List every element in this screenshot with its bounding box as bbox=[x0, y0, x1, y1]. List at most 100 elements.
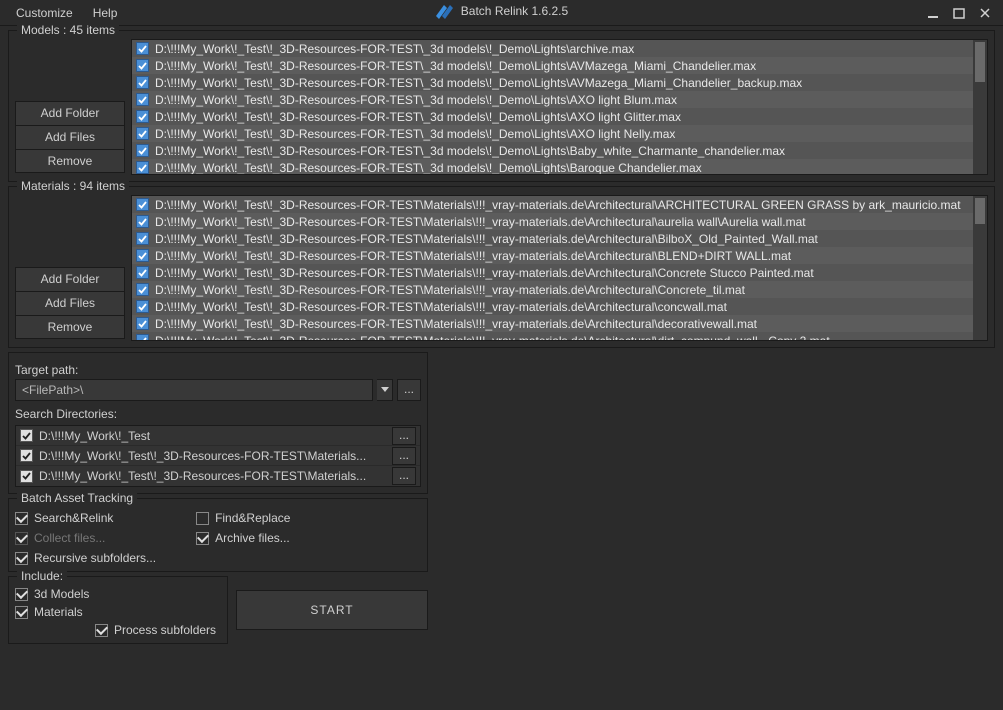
model-item-row[interactable]: D:\!!!My_Work\!_Test\!_3D-Resources-FOR-… bbox=[132, 159, 973, 174]
material-item-checkbox[interactable] bbox=[136, 300, 149, 313]
model-item-checkbox[interactable] bbox=[136, 93, 149, 106]
search-dir-browse-button[interactable]: ... bbox=[392, 467, 416, 485]
batch-tracking-heading: Batch Asset Tracking bbox=[17, 491, 137, 505]
model-item-row[interactable]: D:\!!!My_Work\!_Test\!_3D-Resources-FOR-… bbox=[132, 40, 973, 57]
model-item-checkbox[interactable] bbox=[136, 127, 149, 140]
material-item-checkbox[interactable] bbox=[136, 249, 149, 262]
material-item-row[interactable]: D:\!!!My_Work\!_Test\!_3D-Resources-FOR-… bbox=[132, 298, 973, 315]
batch-tracking-group: Batch Asset Tracking Search&Relink Colle… bbox=[8, 498, 428, 572]
title-bar: Customize Help Batch Relink 1.6.2.5 bbox=[0, 0, 1003, 26]
find-replace-checkbox[interactable]: Find&Replace bbox=[196, 511, 290, 525]
target-group: Target path: <FilePath>\ ... Search Dire… bbox=[8, 352, 428, 494]
collect-files-checkbox[interactable]: Collect files... bbox=[15, 531, 156, 545]
materials-remove-button[interactable]: Remove bbox=[15, 315, 125, 339]
archive-files-checkbox[interactable]: Archive files... bbox=[196, 531, 290, 545]
materials-scrollbar[interactable] bbox=[973, 196, 987, 340]
include-group: Include: 3d Models Materials Process sub… bbox=[8, 576, 228, 644]
model-item-checkbox[interactable] bbox=[136, 144, 149, 157]
material-item-path: D:\!!!My_Work\!_Test\!_3D-Resources-FOR-… bbox=[155, 334, 830, 341]
material-item-checkbox[interactable] bbox=[136, 198, 149, 211]
include-heading: Include: bbox=[17, 569, 67, 583]
search-directories-label: Search Directories: bbox=[15, 407, 421, 421]
model-item-row[interactable]: D:\!!!My_Work\!_Test\!_3D-Resources-FOR-… bbox=[132, 142, 973, 159]
models-remove-button[interactable]: Remove bbox=[15, 149, 125, 173]
search-dir-row[interactable]: D:\!!!My_Work\!_Test... bbox=[16, 426, 420, 446]
search-dir-checkbox[interactable] bbox=[20, 449, 33, 462]
menu-customize[interactable]: Customize bbox=[6, 2, 83, 24]
model-item-path: D:\!!!My_Work\!_Test\!_3D-Resources-FOR-… bbox=[155, 127, 675, 141]
search-dir-browse-button[interactable]: ... bbox=[392, 447, 416, 465]
material-item-checkbox[interactable] bbox=[136, 334, 149, 340]
material-item-row[interactable]: D:\!!!My_Work\!_Test\!_3D-Resources-FOR-… bbox=[132, 264, 973, 281]
model-item-path: D:\!!!My_Work\!_Test\!_3D-Resources-FOR-… bbox=[155, 161, 702, 175]
model-item-checkbox[interactable] bbox=[136, 110, 149, 123]
material-item-path: D:\!!!My_Work\!_Test\!_3D-Resources-FOR-… bbox=[155, 266, 814, 280]
model-item-row[interactable]: D:\!!!My_Work\!_Test\!_3D-Resources-FOR-… bbox=[132, 108, 973, 125]
model-item-checkbox[interactable] bbox=[136, 59, 149, 72]
models-list[interactable]: D:\!!!My_Work\!_Test\!_3D-Resources-FOR-… bbox=[131, 39, 988, 175]
material-item-row[interactable]: D:\!!!My_Work\!_Test\!_3D-Resources-FOR-… bbox=[132, 315, 973, 332]
search-dir-path: D:\!!!My_Work\!_Test\!_3D-Resources-FOR-… bbox=[39, 469, 386, 483]
material-item-path: D:\!!!My_Work\!_Test\!_3D-Resources-FOR-… bbox=[155, 300, 727, 314]
include-materials-checkbox[interactable]: Materials bbox=[15, 605, 221, 619]
materials-list[interactable]: D:\!!!My_Work\!_Test\!_3D-Resources-FOR-… bbox=[131, 195, 988, 341]
material-item-path: D:\!!!My_Work\!_Test\!_3D-Resources-FOR-… bbox=[155, 317, 757, 331]
menu-help[interactable]: Help bbox=[83, 2, 128, 24]
search-dir-path: D:\!!!My_Work\!_Test\!_3D-Resources-FOR-… bbox=[39, 449, 386, 463]
target-path-label: Target path: bbox=[15, 363, 421, 377]
app-logo-icon bbox=[435, 3, 453, 19]
materials-add-files-button[interactable]: Add Files bbox=[15, 291, 125, 315]
include-models-checkbox[interactable]: 3d Models bbox=[15, 587, 221, 601]
material-item-checkbox[interactable] bbox=[136, 283, 149, 296]
target-path-browse-button[interactable]: ... bbox=[397, 379, 421, 401]
model-item-path: D:\!!!My_Work\!_Test\!_3D-Resources-FOR-… bbox=[155, 110, 681, 124]
models-add-folder-button[interactable]: Add Folder bbox=[15, 101, 125, 125]
models-group: Models : 45 items Add Folder Add Files R… bbox=[8, 30, 995, 182]
model-item-path: D:\!!!My_Work\!_Test\!_3D-Resources-FOR-… bbox=[155, 76, 802, 90]
material-item-checkbox[interactable] bbox=[136, 215, 149, 228]
model-item-checkbox[interactable] bbox=[136, 76, 149, 89]
search-dir-checkbox[interactable] bbox=[20, 429, 33, 442]
search-dir-path: D:\!!!My_Work\!_Test bbox=[39, 429, 386, 443]
model-item-checkbox[interactable] bbox=[136, 42, 149, 55]
process-subfolders-checkbox[interactable]: Process subfolders bbox=[95, 623, 221, 637]
close-button[interactable] bbox=[977, 5, 993, 21]
material-item-row[interactable]: D:\!!!My_Work\!_Test\!_3D-Resources-FOR-… bbox=[132, 196, 973, 213]
model-item-row[interactable]: D:\!!!My_Work\!_Test\!_3D-Resources-FOR-… bbox=[132, 74, 973, 91]
model-item-row[interactable]: D:\!!!My_Work\!_Test\!_3D-Resources-FOR-… bbox=[132, 91, 973, 108]
search-dir-row[interactable]: D:\!!!My_Work\!_Test\!_3D-Resources-FOR-… bbox=[16, 466, 420, 486]
models-scrollbar[interactable] bbox=[973, 40, 987, 174]
search-dir-row[interactable]: D:\!!!My_Work\!_Test\!_3D-Resources-FOR-… bbox=[16, 446, 420, 466]
materials-add-folder-button[interactable]: Add Folder bbox=[15, 267, 125, 291]
material-item-path: D:\!!!My_Work\!_Test\!_3D-Resources-FOR-… bbox=[155, 232, 818, 246]
material-item-row[interactable]: D:\!!!My_Work\!_Test\!_3D-Resources-FOR-… bbox=[132, 230, 973, 247]
recursive-subfolders-checkbox[interactable]: Recursive subfolders... bbox=[15, 551, 156, 565]
materials-heading: Materials : 94 items bbox=[17, 179, 129, 193]
maximize-button[interactable] bbox=[951, 5, 967, 21]
material-item-row[interactable]: D:\!!!My_Work\!_Test\!_3D-Resources-FOR-… bbox=[132, 332, 973, 340]
material-item-path: D:\!!!My_Work\!_Test\!_3D-Resources-FOR-… bbox=[155, 215, 806, 229]
model-item-row[interactable]: D:\!!!My_Work\!_Test\!_3D-Resources-FOR-… bbox=[132, 125, 973, 142]
models-add-files-button[interactable]: Add Files bbox=[15, 125, 125, 149]
material-item-row[interactable]: D:\!!!My_Work\!_Test\!_3D-Resources-FOR-… bbox=[132, 247, 973, 264]
search-relink-checkbox[interactable]: Search&Relink bbox=[15, 511, 156, 525]
material-item-checkbox[interactable] bbox=[136, 232, 149, 245]
model-item-path: D:\!!!My_Work\!_Test\!_3D-Resources-FOR-… bbox=[155, 59, 756, 73]
search-dir-browse-button[interactable]: ... bbox=[392, 427, 416, 445]
model-item-row[interactable]: D:\!!!My_Work\!_Test\!_3D-Resources-FOR-… bbox=[132, 57, 973, 74]
model-item-path: D:\!!!My_Work\!_Test\!_3D-Resources-FOR-… bbox=[155, 144, 785, 158]
material-item-checkbox[interactable] bbox=[136, 317, 149, 330]
materials-group: Materials : 94 items Add Folder Add File… bbox=[8, 186, 995, 348]
material-item-row[interactable]: D:\!!!My_Work\!_Test\!_3D-Resources-FOR-… bbox=[132, 213, 973, 230]
search-directories-list: D:\!!!My_Work\!_Test...D:\!!!My_Work\!_T… bbox=[15, 425, 421, 487]
search-dir-checkbox[interactable] bbox=[20, 470, 33, 483]
start-button[interactable]: START bbox=[236, 590, 428, 630]
minimize-button[interactable] bbox=[925, 5, 941, 21]
target-path-input[interactable]: <FilePath>\ bbox=[15, 379, 373, 401]
material-item-checkbox[interactable] bbox=[136, 266, 149, 279]
window-title: Batch Relink 1.6.2.5 bbox=[461, 4, 568, 18]
material-item-path: D:\!!!My_Work\!_Test\!_3D-Resources-FOR-… bbox=[155, 283, 745, 297]
material-item-row[interactable]: D:\!!!My_Work\!_Test\!_3D-Resources-FOR-… bbox=[132, 281, 973, 298]
model-item-checkbox[interactable] bbox=[136, 161, 149, 174]
target-path-dropdown[interactable] bbox=[377, 379, 393, 401]
